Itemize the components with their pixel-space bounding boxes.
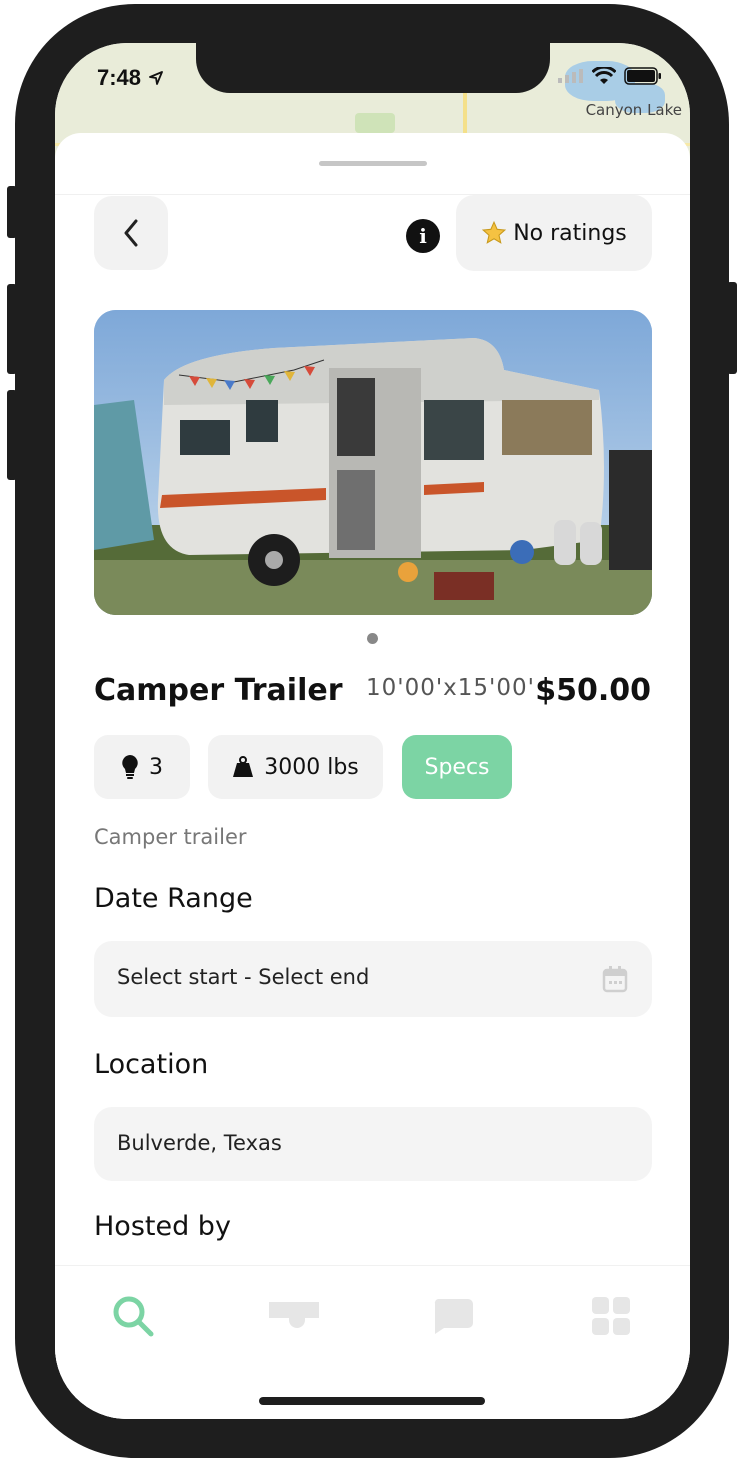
tab-trailers[interactable]	[263, 1286, 323, 1346]
weight-chip: 3000 lbs	[208, 735, 383, 799]
listing-title: Camper Trailer	[94, 673, 343, 708]
grid-icon	[592, 1297, 630, 1335]
location-label: Location	[94, 1049, 209, 1080]
back-button[interactable]	[94, 196, 168, 270]
camper-trailer-image	[94, 310, 652, 615]
tab-messages[interactable]	[423, 1286, 483, 1346]
date-range-field[interactable]: Select start - Select end	[94, 941, 652, 1017]
location-arrow-icon	[149, 71, 164, 85]
map-place-label: Canyon Lake	[585, 101, 682, 119]
sheet-grabber[interactable]	[319, 161, 427, 166]
tab-search[interactable]	[103, 1286, 163, 1346]
location-field[interactable]: Bulverde, Texas	[94, 1107, 652, 1181]
info-icon[interactable]: i	[406, 219, 440, 253]
home-indicator[interactable]	[259, 1397, 485, 1405]
search-icon	[113, 1296, 154, 1337]
wifi-icon	[592, 67, 616, 84]
weight-value: 3000 lbs	[264, 754, 359, 780]
time-text: 7:48	[97, 65, 142, 90]
trailer-icon	[269, 1302, 319, 1328]
listing-size: 10'00'x15'00'	[366, 675, 535, 701]
hosted-by-label: Hosted by	[94, 1211, 231, 1242]
specs-label: Specs	[424, 754, 490, 780]
star-icon	[482, 220, 507, 244]
listing-description: Camper trailer	[94, 825, 247, 849]
calendar-icon	[602, 966, 628, 993]
status-time: 7:48	[97, 65, 164, 91]
date-range-label: Date Range	[94, 883, 253, 914]
screen: Canyon Lake 7:48 i No ratings Camper Tra…	[55, 43, 690, 1419]
location-value: Bulverde, Texas	[117, 1131, 282, 1155]
tab-dashboard[interactable]	[581, 1286, 641, 1346]
photo-page-indicator[interactable]	[367, 633, 378, 644]
tab-bar	[55, 1265, 690, 1419]
lightbulb-icon	[122, 755, 138, 779]
specs-button[interactable]: Specs	[402, 735, 512, 799]
capacity-value: 3	[149, 754, 163, 780]
listing-photo[interactable]	[94, 310, 652, 615]
cellular-icon	[558, 69, 583, 83]
chevron-left-icon	[124, 219, 138, 247]
listing-price: $50.00	[535, 673, 651, 708]
ratings-label: No ratings	[513, 220, 627, 246]
chat-icon	[434, 1299, 473, 1334]
notch	[196, 43, 550, 93]
capacity-chip: 3	[94, 735, 190, 799]
battery-icon	[624, 67, 661, 85]
date-range-value: Select start - Select end	[117, 965, 370, 989]
listing-sheet: i No ratings Camper Trailer 10'00'x15'00…	[55, 133, 690, 1419]
ratings-button[interactable]: No ratings	[456, 195, 652, 271]
weight-icon	[233, 756, 254, 777]
status-icons	[558, 67, 662, 85]
